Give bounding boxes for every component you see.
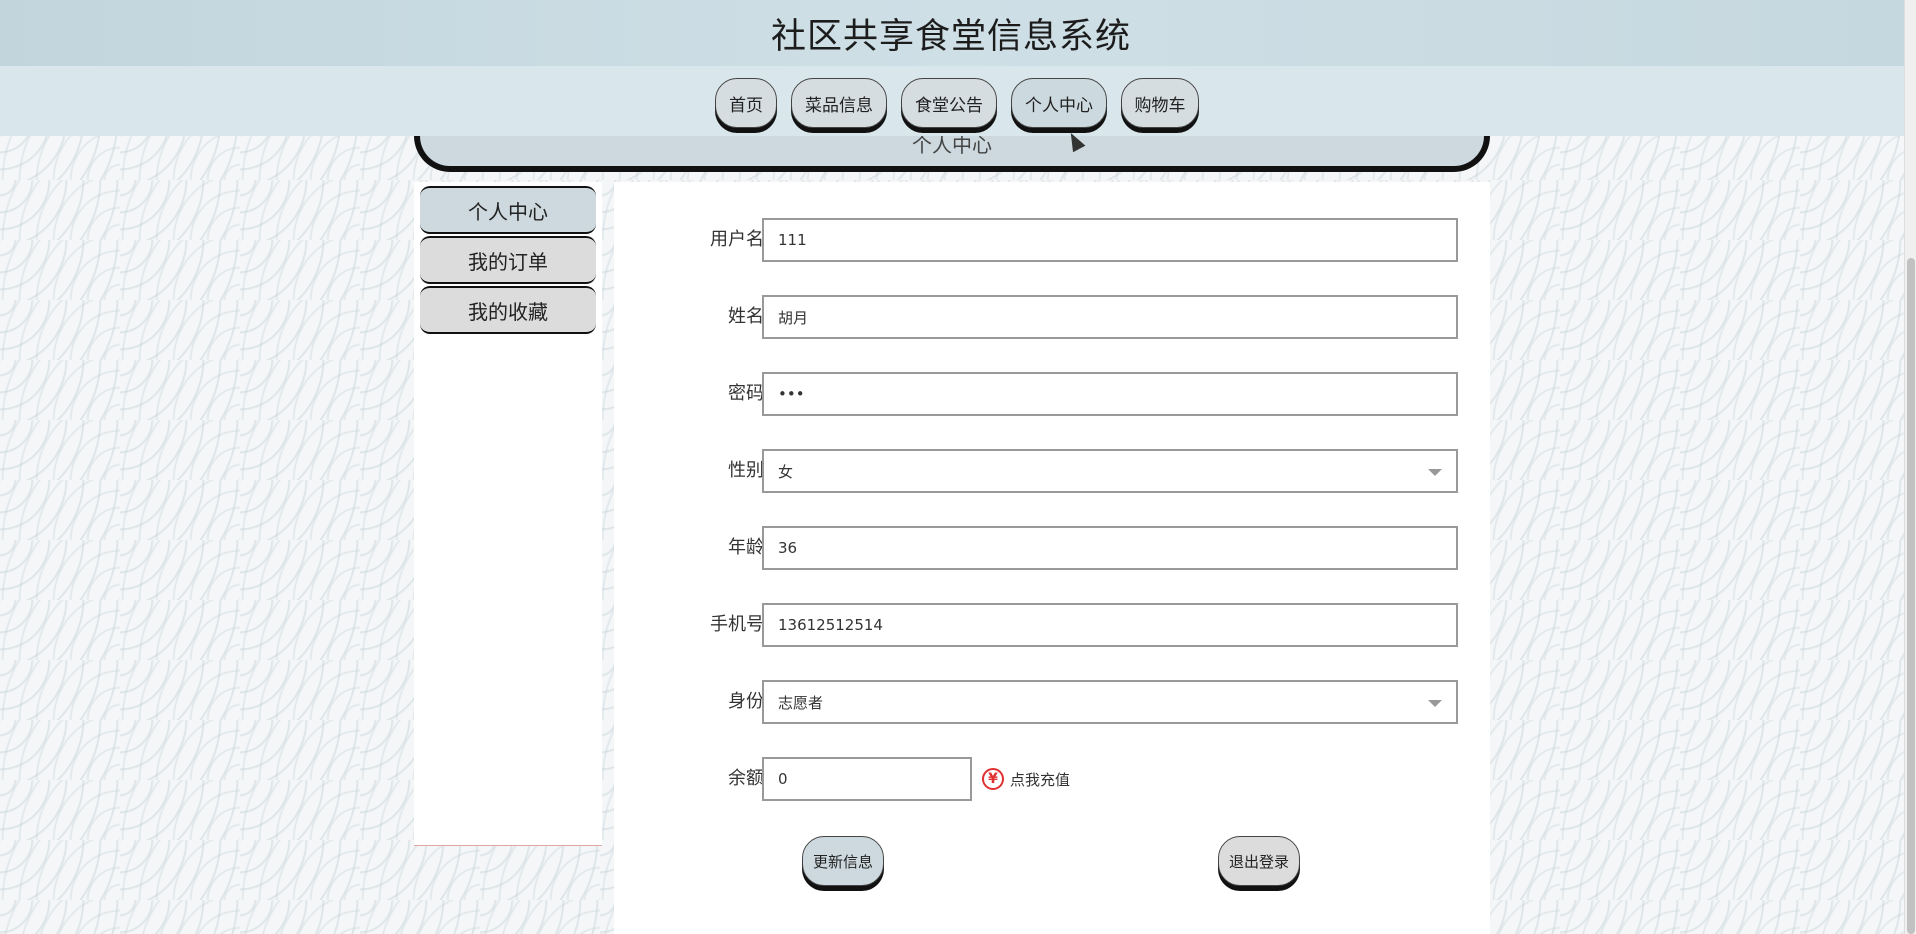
nav-announcements[interactable]: 食堂公告 <box>901 78 997 128</box>
row-phone: 手机号 13612512514 <box>614 603 1490 647</box>
username-input[interactable]: 111 <box>762 218 1458 262</box>
gender-label: 性别 <box>728 460 764 481</box>
nav-dishes[interactable]: 菜品信息 <box>791 78 887 128</box>
phone-label: 手机号 <box>710 614 764 635</box>
row-identity: 身份 志愿者 <box>614 680 1490 724</box>
row-gender: 性别 女 <box>614 449 1490 493</box>
row-password: 密码 ••• <box>614 372 1490 416</box>
top-nav: 首页 菜品信息 食堂公告 个人中心 购物车 <box>0 66 1904 136</box>
name-label: 姓名 <box>728 306 764 327</box>
sidebar-item-personal-center[interactable]: 个人中心 <box>420 186 596 234</box>
row-name: 姓名 胡月 <box>614 295 1490 339</box>
password-label: 密码 <box>728 383 764 404</box>
page: 社区共享食堂信息系统 首页 菜品信息 食堂公告 个人中心 购物车 个人中心 个人… <box>0 0 1904 934</box>
recharge-label: 点我充值 <box>1010 770 1071 789</box>
recharge-link[interactable]: ¥ 点我充值 <box>982 765 1070 793</box>
yen-icon: ¥ <box>982 768 1004 790</box>
row-username: 用户名 111 <box>614 218 1490 262</box>
balance-input[interactable]: 0 <box>762 757 972 801</box>
page-scrollbar[interactable] <box>1904 0 1916 934</box>
username-label: 用户名 <box>710 229 764 250</box>
nav-cart[interactable]: 购物车 <box>1121 78 1199 128</box>
site-header: 社区共享食堂信息系统 <box>0 0 1904 66</box>
balance-label: 余额 <box>728 768 764 789</box>
update-info-button[interactable]: 更新信息 <box>802 836 884 886</box>
site-title: 社区共享食堂信息系统 <box>770 16 1131 57</box>
row-balance: 余额 0 ¥ 点我充值 <box>614 757 1490 801</box>
name-input[interactable]: 胡月 <box>762 295 1458 339</box>
age-input[interactable]: 36 <box>762 526 1458 570</box>
identity-select[interactable]: 志愿者 <box>762 680 1458 724</box>
logout-button[interactable]: 退出登录 <box>1218 836 1300 886</box>
gender-select[interactable]: 女 <box>762 449 1458 493</box>
password-input[interactable]: ••• <box>762 372 1458 416</box>
nav-home[interactable]: 首页 <box>715 78 777 128</box>
sidebar-item-my-orders[interactable]: 我的订单 <box>420 236 596 284</box>
nav-personal-center[interactable]: 个人中心 <box>1011 78 1107 128</box>
age-label: 年龄 <box>728 537 764 558</box>
identity-label: 身份 <box>728 691 764 712</box>
profile-form: 用户名 111 姓名 胡月 密码 ••• 性别 女 年龄 36 手机号 1361… <box>614 182 1490 934</box>
row-age: 年龄 36 <box>614 526 1490 570</box>
phone-input[interactable]: 13612512514 <box>762 603 1458 647</box>
sidebar-item-my-favorites[interactable]: 我的收藏 <box>420 286 596 334</box>
sidebar: 个人中心 我的订单 我的收藏 <box>414 182 602 846</box>
scrollbar-thumb[interactable] <box>1907 258 1915 934</box>
